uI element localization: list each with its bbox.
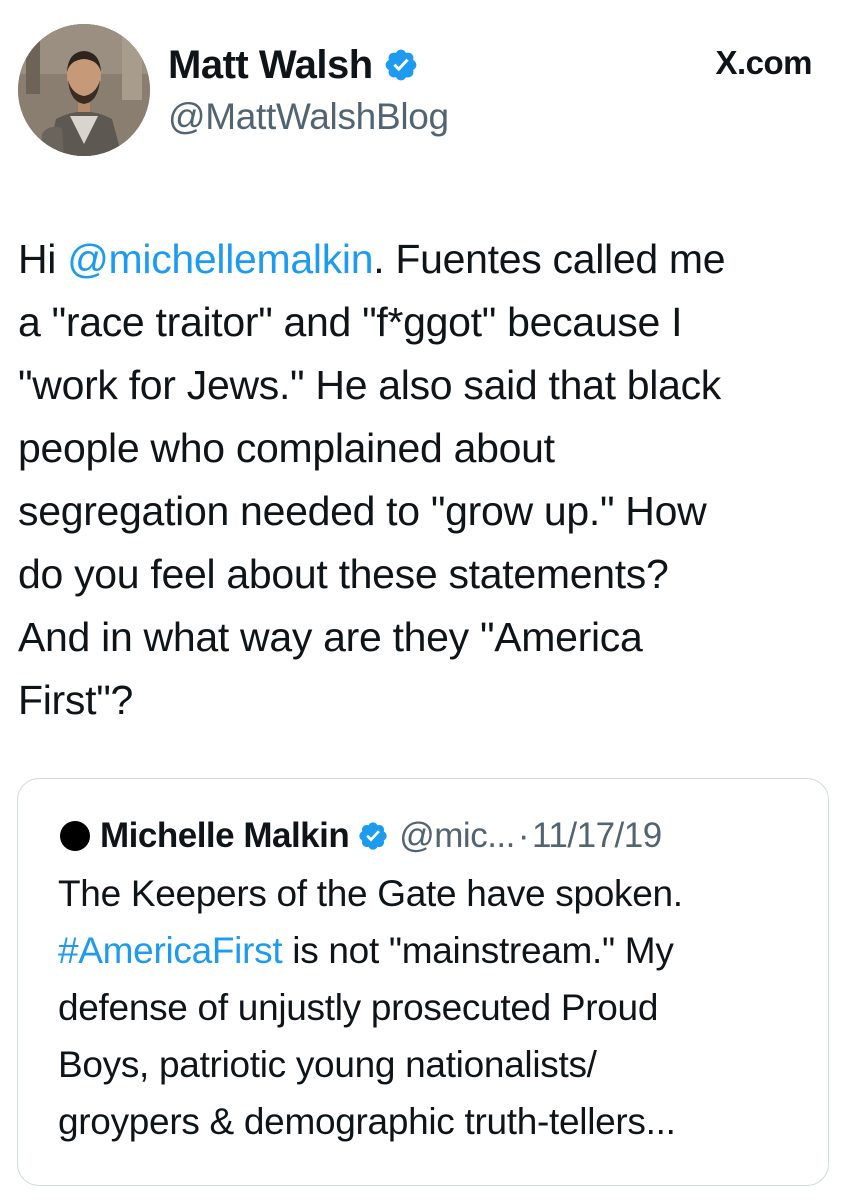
tweet-line: people who complained about xyxy=(18,425,555,471)
header-separator: · xyxy=(517,816,530,855)
tweet-line: First"? xyxy=(18,677,133,723)
quoted-tweet-card[interactable]: Michelle Malkin @mic... · 11/17/19 The K… xyxy=(17,778,829,1186)
tweet-line: segregation needed to "grow up." How xyxy=(18,488,707,534)
quoted-tweet-text: The Keepers of the Gate have spoken. #Am… xyxy=(58,865,818,1150)
tweet-line: a "race traitor" and "f*ggot" because I xyxy=(18,299,683,345)
tweet-line: And in what way are they "America xyxy=(18,614,643,660)
quoted-line: defense of unjustly prosecuted Proud xyxy=(58,987,659,1028)
quoted-text-segment: is not "mainstream." My xyxy=(282,930,674,971)
author-display-name[interactable]: Matt Walsh xyxy=(168,43,373,88)
author-handle[interactable]: @MattWalshBlog xyxy=(168,96,449,138)
quoted-tweet-header: Michelle Malkin @mic... · 11/17/19 xyxy=(60,813,662,859)
quoted-author-avatar[interactable] xyxy=(60,821,90,851)
quoted-line: groypers & demographic truth-tellers... xyxy=(58,1101,676,1142)
tweet-text-segment: Hi xyxy=(18,236,68,282)
x-logo-text: X.com xyxy=(715,44,812,81)
quoted-author-handle[interactable]: @mic... xyxy=(399,816,515,856)
quoted-line: Boys, patriotic young nationalists/ xyxy=(58,1044,597,1085)
profile-photo-icon xyxy=(18,24,150,156)
tweet-line: do you feel about these statements? xyxy=(18,551,669,597)
tweet-text: Hi @michellemalkin. Fuentes called me a … xyxy=(18,228,836,732)
verified-badge-icon xyxy=(359,822,387,850)
quoted-tweet-date[interactable]: 11/17/19 xyxy=(532,816,662,856)
quoted-line: #AmericaFirst is not "mainstream." My xyxy=(58,922,818,979)
tweet-text-segment: . Fuentes called me xyxy=(373,236,726,282)
author-avatar[interactable] xyxy=(18,24,150,156)
tweet-line: Hi @michellemalkin. Fuentes called me xyxy=(18,228,836,291)
author-name-row[interactable]: Matt Walsh xyxy=(168,40,419,90)
hashtag-link[interactable]: #AmericaFirst xyxy=(58,930,283,971)
mention-link[interactable]: @michellemalkin xyxy=(67,236,373,282)
site-label: X.com xyxy=(715,44,812,82)
verified-badge-icon xyxy=(385,49,417,81)
tweet-line: "work for Jews." He also said that black xyxy=(18,362,721,408)
tweet-header: Matt Walsh @MattWalshBlog X.com xyxy=(0,0,848,170)
quoted-line: The Keepers of the Gate have spoken. xyxy=(58,873,683,914)
quoted-author-name[interactable]: Michelle Malkin xyxy=(100,816,350,856)
